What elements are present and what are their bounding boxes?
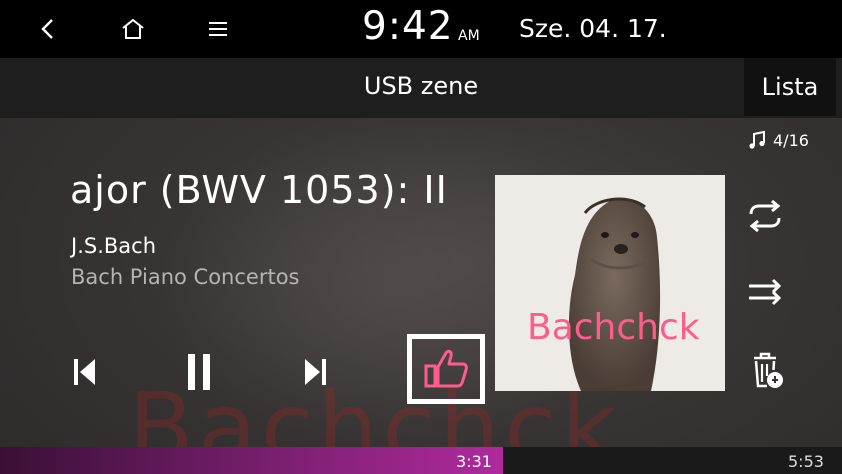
delete-button[interactable] [745, 350, 787, 392]
status-bar: 9:42 AM Sze. 04. 17. [0, 0, 842, 58]
album-art-text: Bachchck [527, 307, 700, 348]
music-player-screen: Bachchck 9:42 AM Sze. 04. 17. USB zene L… [0, 0, 842, 474]
clock-ampm: AM [458, 28, 480, 44]
thumbs-up-icon [424, 349, 468, 388]
next-button[interactable] [294, 350, 338, 394]
home-icon [122, 18, 144, 39]
title-bar: USB zene Lista [0, 58, 842, 118]
pause-icon [188, 354, 210, 390]
next-icon [305, 359, 326, 385]
track-counter: 4/16 [747, 130, 809, 150]
track-album: Bach Piano Concertos [71, 265, 300, 289]
progress-fill [0, 447, 503, 474]
clock-time: 9:42 [362, 4, 454, 49]
menu-button[interactable] [198, 10, 238, 48]
shuffle-button[interactable] [742, 272, 788, 312]
previous-icon [74, 359, 95, 385]
back-button[interactable] [28, 10, 68, 48]
shuffle-icon [749, 278, 782, 306]
delete-playlist-icon [754, 352, 783, 388]
total-time: 5:53 [788, 452, 824, 471]
track-artist: J.S.Bach [71, 234, 157, 258]
album-art: Bachchck [495, 175, 725, 391]
elapsed-time: 3:31 [456, 452, 492, 471]
track-title: ajor (BWV 1053): II [70, 168, 448, 212]
date-display: Sze. 04. 17. [519, 14, 667, 43]
previous-button[interactable] [62, 350, 106, 394]
like-button[interactable] [407, 334, 485, 404]
home-button[interactable] [113, 10, 153, 48]
album-art-image [568, 197, 661, 391]
back-icon [41, 19, 53, 39]
track-counter-text: 4/16 [773, 130, 809, 150]
page-title: USB zene [363, 72, 479, 100]
repeat-button[interactable] [742, 196, 788, 236]
progress-bar[interactable] [0, 447, 842, 474]
pause-button[interactable] [176, 348, 222, 396]
repeat-icon [749, 200, 781, 232]
menu-icon [209, 22, 227, 36]
list-button[interactable]: Lista [744, 58, 836, 116]
music-note-icon [749, 130, 765, 149]
